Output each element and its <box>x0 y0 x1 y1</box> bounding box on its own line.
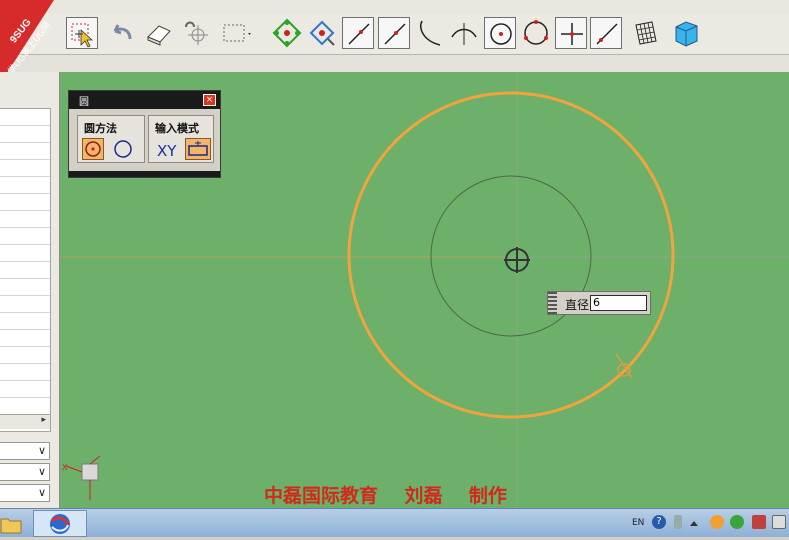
main-toolbar <box>0 14 789 55</box>
tray-speaker-icon[interactable] <box>752 515 766 529</box>
list-item[interactable] <box>0 364 50 381</box>
chevron-down-icon: ∨ <box>37 486 46 499</box>
list-item[interactable] <box>0 160 50 177</box>
dialog-titlebar[interactable]: 圆 × <box>69 91 220 109</box>
toolbar-row-top <box>0 0 789 15</box>
tray-expand-icon[interactable] <box>690 521 698 526</box>
list-item[interactable] <box>0 109 50 126</box>
list-item[interactable] <box>0 279 50 296</box>
horizontal-scrollbar[interactable]: ▸ <box>0 414 50 429</box>
close-icon[interactable]: × <box>203 94 216 106</box>
dialog-footer-bar <box>69 171 220 177</box>
tray-shield-icon[interactable] <box>730 515 744 529</box>
point-constructor-icon[interactable] <box>271 17 303 49</box>
list-item[interactable] <box>0 296 50 313</box>
list-item[interactable] <box>0 381 50 398</box>
wcs-triad-icon: X <box>62 455 101 500</box>
folder-icon[interactable] <box>0 513 22 535</box>
dropdown-1[interactable]: ∨ <box>0 442 50 460</box>
grid-icon[interactable] <box>630 17 662 49</box>
language-indicator[interactable]: EN <box>632 518 644 528</box>
input-mode-label: 输入模式 <box>155 122 199 135</box>
preview-circle <box>347 91 675 419</box>
diameter-label: 直径 <box>565 298 590 312</box>
list-item[interactable] <box>0 194 50 211</box>
xy-mode-button[interactable]: XY <box>157 142 176 160</box>
arc-icon[interactable] <box>414 17 446 49</box>
chevron-down-icon: ∨ <box>37 465 46 478</box>
list-item[interactable] <box>0 330 50 347</box>
taskbar-app-button[interactable] <box>33 510 87 537</box>
list-item[interactable] <box>0 228 50 245</box>
dropdown-2[interactable]: ∨ <box>0 463 50 481</box>
slanted-line-icon[interactable] <box>590 17 622 49</box>
dialog-title: 圆 <box>79 97 89 108</box>
credit-text: 中磊国际教育 刘磊 制作 <box>264 485 507 507</box>
snap-icon[interactable] <box>180 17 212 49</box>
diameter-input-box: 直径 6 <box>547 291 651 315</box>
list-item[interactable] <box>0 398 50 415</box>
circle-dialog: 圆 × 圆方法 输入模式 XY <box>68 90 221 178</box>
circle-method-label: 圆方法 <box>84 122 117 135</box>
list-item[interactable] <box>0 211 50 228</box>
transform-icon[interactable] <box>306 17 338 49</box>
navigator-list[interactable] <box>0 108 51 432</box>
chevron-down-icon: ∨ <box>37 444 46 457</box>
list-item[interactable] <box>0 245 50 262</box>
circle-method-group: 圆方法 <box>77 115 145 163</box>
tangent-icon[interactable] <box>448 17 480 49</box>
center-point-circle-icon[interactable] <box>82 138 104 160</box>
drag-handle[interactable] <box>548 292 557 314</box>
cursor-crosshair-icon <box>504 247 530 273</box>
tray-monitor-icon[interactable] <box>772 515 786 529</box>
line-through-point-icon[interactable] <box>378 17 410 49</box>
list-item[interactable] <box>0 177 50 194</box>
circle-icon[interactable] <box>484 17 516 49</box>
parameter-mode-icon[interactable] <box>185 138 211 160</box>
rectangle-select-icon[interactable] <box>220 17 252 49</box>
dropdown-3[interactable]: ∨ <box>0 484 50 502</box>
list-item[interactable] <box>0 262 50 279</box>
diameter-field[interactable]: 6 <box>590 295 647 311</box>
cube-icon[interactable] <box>670 17 702 49</box>
input-mode-group: 输入模式 XY <box>148 115 214 163</box>
help-icon[interactable]: ? <box>652 515 666 529</box>
tray-network-icon[interactable] <box>674 515 682 529</box>
eraser-icon[interactable] <box>143 17 175 49</box>
list-item[interactable] <box>0 143 50 160</box>
cross-icon[interactable] <box>555 17 587 49</box>
undo-icon[interactable] <box>106 17 138 49</box>
toolbar-row-bottom <box>0 55 789 73</box>
scroll-right-icon[interactable]: ▸ <box>41 415 46 425</box>
line-icon[interactable] <box>342 17 374 49</box>
list-item[interactable] <box>0 347 50 364</box>
tray-user-icon[interactable] <box>710 515 724 529</box>
svg-text:X: X <box>62 463 68 472</box>
list-item[interactable] <box>0 313 50 330</box>
three-point-circle-icon[interactable] <box>112 138 134 160</box>
taskbar: EN ? <box>0 508 789 537</box>
list-item[interactable] <box>0 126 50 143</box>
circle-three-point-icon[interactable] <box>520 17 552 49</box>
